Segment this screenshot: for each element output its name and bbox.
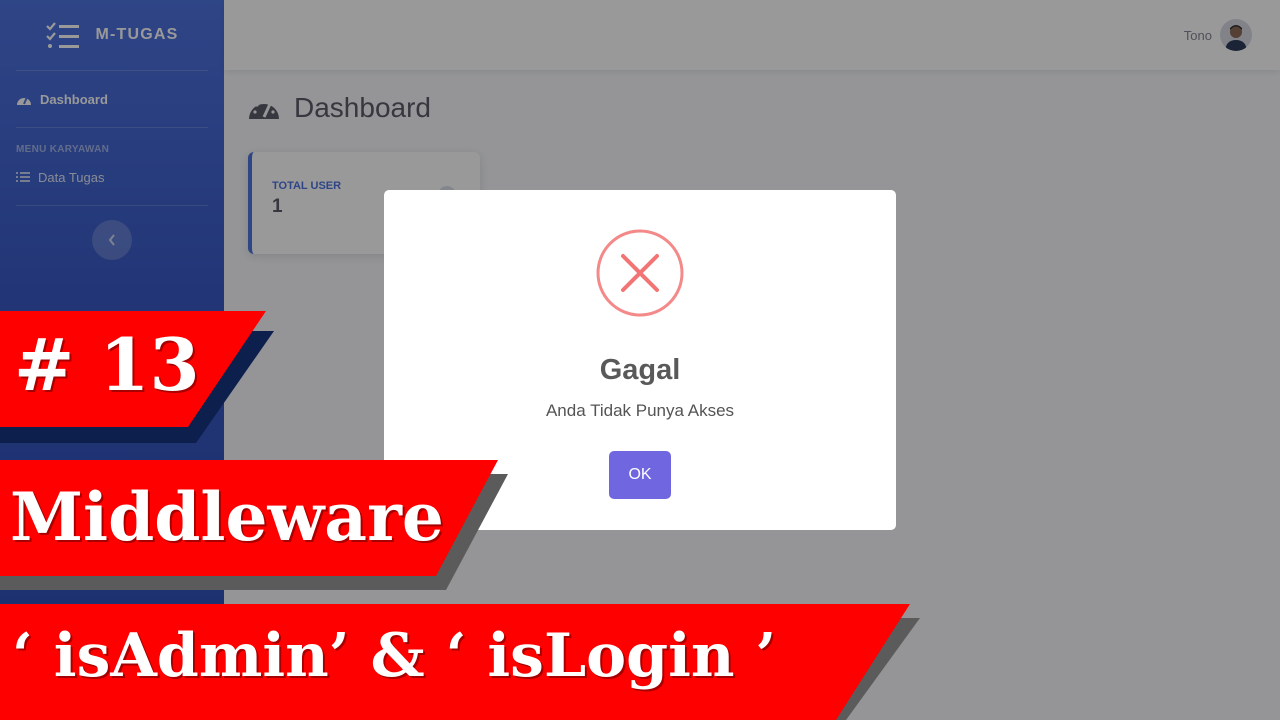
episode-number: # 13: [14, 322, 200, 407]
error-x-icon: [596, 229, 684, 317]
ok-button[interactable]: OK: [609, 451, 671, 499]
modal-message: Anda Tidak Punya Akses: [545, 401, 735, 420]
subtitle-text: ‘ isAdmin’ & ‘ isLogin ’: [12, 621, 777, 691]
modal-title: Gagal: [599, 354, 681, 386]
topic-banner: Middleware: [0, 460, 510, 592]
episode-banner: # 13: [0, 311, 280, 443]
subtitle-banner: ‘ isAdmin’ & ‘ isLogin ’: [0, 604, 922, 720]
topic-title: Middleware: [10, 478, 444, 556]
